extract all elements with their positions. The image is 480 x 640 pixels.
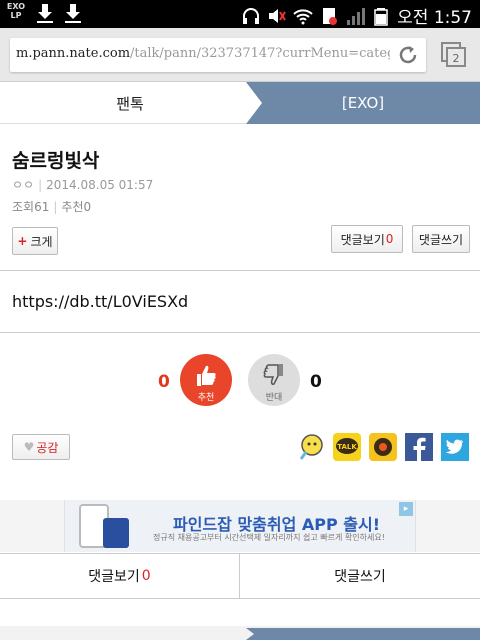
footer-nav-tab [246,628,480,640]
divider [0,270,480,271]
breadcrumb: 팬톡 [EXO] [0,82,480,124]
wifi-icon [293,8,313,24]
sim-card-icon [323,7,338,25]
footer-strip [0,626,480,640]
mute-icon [269,8,286,23]
app-notification-icon: EXO LP [6,2,26,20]
url-text[interactable]: m.pann.nate.com/talk/pann/323737147?curr… [16,46,390,61]
upvote-count: 0 [158,372,170,392]
view-count: 조회61 [12,200,50,214]
post-meta: ㅇㅇ | 2014.08.05 01:57 [12,178,154,192]
ad-subtitle: 정규직 채용공고부터 시간선택제 일자리까지 쉽고 빠르게 확인하세요! [153,533,385,542]
bottom-action-bar: 댓글보기 0 댓글쓰기 [0,553,480,599]
tab-count: 2 [453,52,460,65]
post-body[interactable]: https://db.tt/L0ViESXd [12,292,188,311]
reload-icon[interactable] [396,43,420,67]
recommend-count: 추천0 [61,200,92,214]
mypeople-icon[interactable] [297,433,325,461]
browser-toolbar: m.pann.nate.com/talk/pann/323737147?curr… [0,28,480,82]
downvote-count: 0 [310,372,322,392]
download-icon [64,2,82,24]
view-comments-button[interactable]: 댓글보기 0 [331,225,403,253]
post-author: ㅇㅇ [12,178,35,192]
breadcrumb-fantalk[interactable]: 팬톡 [0,82,260,124]
tabs-button[interactable]: 2 [440,41,468,69]
ad-content[interactable]: 파인드잡 맞춤취업 APP 출시! 정규직 채용공고부터 시간선택제 일자리까지… [64,500,416,552]
ad-info-icon[interactable]: ▸ [399,502,413,516]
recommend-button[interactable]: 추천 [180,354,232,406]
like-button[interactable]: ♥ 공감 [12,434,70,460]
thumbs-down-icon [263,364,283,385]
post-stats: 조회61 | 추천0 [12,200,92,214]
oppose-button[interactable]: 반대 [248,354,300,406]
status-bar: EXO LP 오전 1:57 [0,0,480,28]
facebook-icon[interactable] [405,433,433,461]
svg-text:TALK: TALK [337,443,357,451]
bottom-view-comments-button[interactable]: 댓글보기 0 [0,554,240,598]
thumbs-up-icon [197,365,216,386]
battery-icon [374,7,388,26]
post-date: 2014.08.05 01:57 [46,178,154,192]
bottom-write-comment-button[interactable]: 댓글쓰기 [240,554,480,598]
address-bar[interactable]: m.pann.nate.com/talk/pann/323737147?curr… [10,38,426,72]
plus-icon: + [17,234,28,248]
app-icon-illustration [103,518,129,548]
signal-icon [347,7,366,25]
comment-count: 0 [385,232,394,246]
breadcrumb-category[interactable]: [EXO] [246,82,480,124]
post-title: 숨르렁빛삭 [12,150,100,172]
headphones-icon [243,7,260,24]
ad-banner[interactable]: 파인드잡 맞춤취업 APP 출시! 정규직 채용공고부터 시간선택제 일자리까지… [0,500,480,552]
divider [0,332,480,333]
download-icon [36,2,54,24]
clock: 오전 1:57 [397,8,472,28]
bottom-comment-count: 0 [141,568,151,584]
enlarge-text-button[interactable]: + 크게 [12,227,58,255]
write-comment-button[interactable]: 댓글쓰기 [412,225,470,253]
heart-icon: ♥ [23,440,35,454]
kakaotalk-icon[interactable]: TALK [333,433,361,461]
twitter-icon[interactable] [441,433,469,461]
kakaostory-icon[interactable] [369,433,397,461]
